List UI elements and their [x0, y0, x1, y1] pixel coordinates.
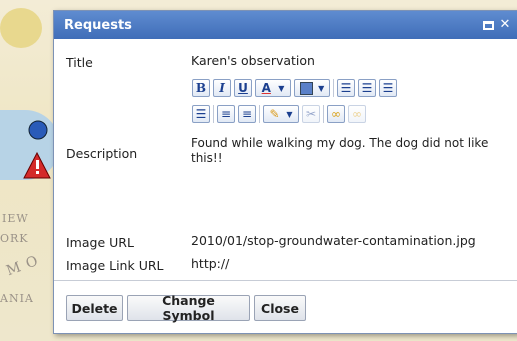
unlink-button[interactable]: ✂: [302, 105, 320, 123]
toolbar-separator: [213, 105, 214, 123]
remove-link-button[interactable]: ∞: [348, 105, 366, 123]
highlight-icon: [299, 81, 313, 95]
map-region: [0, 8, 42, 48]
bold-button[interactable]: B: [192, 79, 210, 97]
bullet-list-button[interactable]: ≡: [238, 105, 256, 123]
map-label-new: IEW: [2, 212, 29, 225]
dropdown-arrow-icon: ▼: [278, 83, 285, 93]
description-label: Description: [66, 146, 138, 161]
requests-dialog: Requests ✕ Title Karen's observation B I…: [53, 10, 517, 334]
broken-chain-icon: ∞: [352, 107, 362, 121]
toolbar-separator: [323, 105, 324, 123]
image-url-field[interactable]: 2010/01/stop-groundwater-contamination.j…: [191, 233, 507, 248]
insert-link-button[interactable]: ∞: [327, 105, 345, 123]
title-field[interactable]: Karen's observation: [191, 53, 315, 68]
editor-toolbar-row2: ☰ ≡ ≡ ✎ ▼ ✂ ∞ ∞: [192, 105, 492, 123]
map-label-york: ORK: [0, 232, 29, 245]
description-editor[interactable]: Found while walking my dog. The dog did …: [191, 136, 504, 226]
bullet-list-icon: ≡: [241, 107, 253, 121]
align-right-icon: ☰: [382, 81, 394, 95]
map-marker-icons[interactable]: [22, 118, 52, 188]
align-right-button[interactable]: ☰: [379, 79, 397, 97]
numbered-list-icon: ≡: [220, 107, 232, 121]
title-label: Title: [66, 55, 93, 70]
font-color-button[interactable]: A ▼: [255, 79, 291, 97]
numbered-list-button[interactable]: ≡: [217, 105, 235, 123]
highlight-color-button[interactable]: ▼: [294, 79, 330, 97]
underline-button[interactable]: U: [234, 79, 252, 97]
change-symbol-button[interactable]: Change Symbol: [127, 293, 250, 323]
justify-button[interactable]: ☰: [192, 105, 210, 123]
delete-button[interactable]: Delete: [66, 295, 123, 321]
image-url-label: Image URL: [66, 235, 134, 250]
blue-marker-icon: [28, 120, 48, 140]
dialog-footer: Delete Change Symbol Close: [54, 280, 517, 333]
image-link-url-label: Image Link URL: [66, 258, 164, 273]
unlink-icon: ✂: [305, 107, 317, 121]
dropdown-arrow-icon: ▼: [286, 109, 293, 119]
toolbar-separator: [259, 105, 260, 123]
pencil-icon: ✎: [269, 107, 280, 121]
map-label-ania: ANIA: [0, 292, 34, 305]
align-left-icon: ☰: [340, 81, 352, 95]
chain-icon: ∞: [331, 107, 341, 121]
font-color-icon: A: [261, 81, 271, 95]
maximize-icon[interactable]: [483, 20, 494, 30]
align-center-button[interactable]: ☰: [358, 79, 376, 97]
editor-toolbar-row1: B I U A ▼ ▼ ☰ ☰ ☰: [192, 79, 492, 97]
close-button[interactable]: Close: [254, 295, 306, 321]
link-button[interactable]: ✎ ▼: [263, 105, 299, 123]
toolbar-separator: [333, 79, 334, 97]
image-link-url-field[interactable]: http://: [191, 256, 229, 271]
align-left-button[interactable]: ☰: [337, 79, 355, 97]
dropdown-arrow-icon: ▼: [318, 83, 325, 93]
justify-icon: ☰: [195, 107, 207, 121]
close-icon[interactable]: ✕: [498, 18, 512, 32]
italic-button[interactable]: I: [213, 79, 231, 97]
dialog-title: Requests: [64, 17, 132, 33]
map-label-state: M O: [4, 252, 41, 280]
align-center-icon: ☰: [361, 81, 373, 95]
dialog-titlebar[interactable]: Requests ✕: [54, 11, 517, 39]
